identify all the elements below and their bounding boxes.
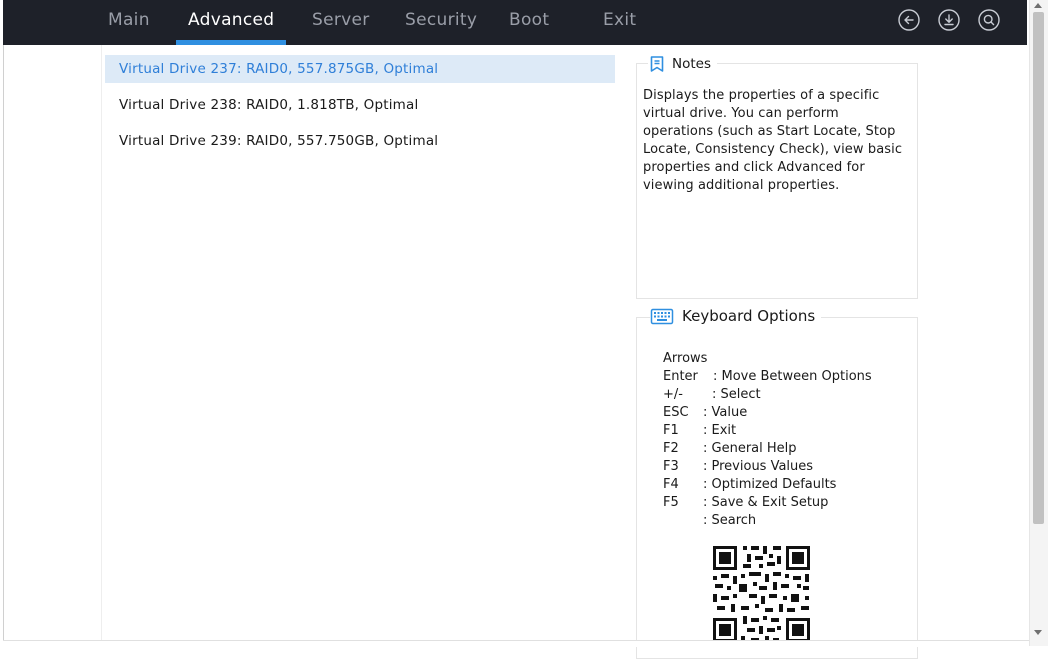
scrollbar-thumb[interactable] [1033,12,1044,524]
list-item-virtual-drive-239[interactable]: Virtual Drive 239: RAID0, 557.750GB, Opt… [105,127,615,155]
bookmark-icon [650,56,664,72]
tab-boot[interactable]: Boot [509,0,549,45]
key-row-f3: F3 : Optimized Defaults [663,440,836,492]
tab-exit[interactable]: Exit [603,0,636,45]
list-item-virtual-drive-237[interactable]: Virtual Drive 237: RAID0, 557.875GB, Opt… [105,55,615,83]
key-row-f4: F4 : Save & Exit Setup [663,458,828,510]
virtual-drive-list: Virtual Drive 237: RAID0, 557.875GB, Opt… [105,55,615,163]
key-row-f5: F5 : Search [663,476,756,528]
vertical-scrollbar[interactable] [1029,0,1048,646]
key-row-enter: Enter : Select [663,350,761,402]
key-row-arrows: Arrows : Move Between Options [663,332,872,384]
key-desc: : Exit [703,423,737,438]
notes-title: Notes [672,56,711,72]
top-nav-bar: Main Advanced Server Security Boot Exit [3,0,1027,45]
search-icon[interactable] [978,9,1000,31]
key-row-f1: F1 : General Help [663,404,797,456]
notes-header: Notes [648,55,717,73]
key-desc: : General Help [703,441,797,456]
keyboard-icon [650,308,674,325]
scroll-down-icon[interactable] [1034,630,1042,635]
key-desc: : Value [703,405,748,420]
key-desc: : Select [712,387,761,402]
back-icon[interactable] [898,9,920,31]
notes-text: Displays the properties of a specific vi… [643,88,903,193]
tab-main[interactable]: Main [108,0,150,45]
key-name: F5 [663,495,679,510]
left-margin [3,45,102,646]
qr-code-image [703,532,821,646]
key-desc: : Optimized Defaults [703,477,837,492]
keyboard-options-list: Arrows : Move Between Options Enter : Se… [663,332,872,528]
divider [101,45,102,646]
key-desc: : Move Between Options [713,369,872,384]
active-tab-indicator [176,40,286,45]
download-icon[interactable] [938,9,960,31]
key-row-plus-minus: +/- : Value [663,368,747,420]
tab-security[interactable]: Security [405,0,477,45]
key-desc: : Save & Exit Setup [703,495,829,510]
key-row-f2: F2 : Previous Values [663,422,813,474]
list-item-virtual-drive-238[interactable]: Virtual Drive 238: RAID0, 1.818TB, Optim… [105,91,615,119]
key-desc: : Previous Values [703,459,814,474]
scroll-up-icon[interactable] [1034,3,1042,8]
tab-server[interactable]: Server [312,0,370,45]
key-row-esc: ESC : Exit [663,386,736,438]
keyboard-options-title: Keyboard Options [682,307,816,325]
keyboard-options-header: Keyboard Options [650,307,822,325]
key-desc: : Search [703,513,757,528]
tab-advanced[interactable]: Advanced [188,0,274,45]
